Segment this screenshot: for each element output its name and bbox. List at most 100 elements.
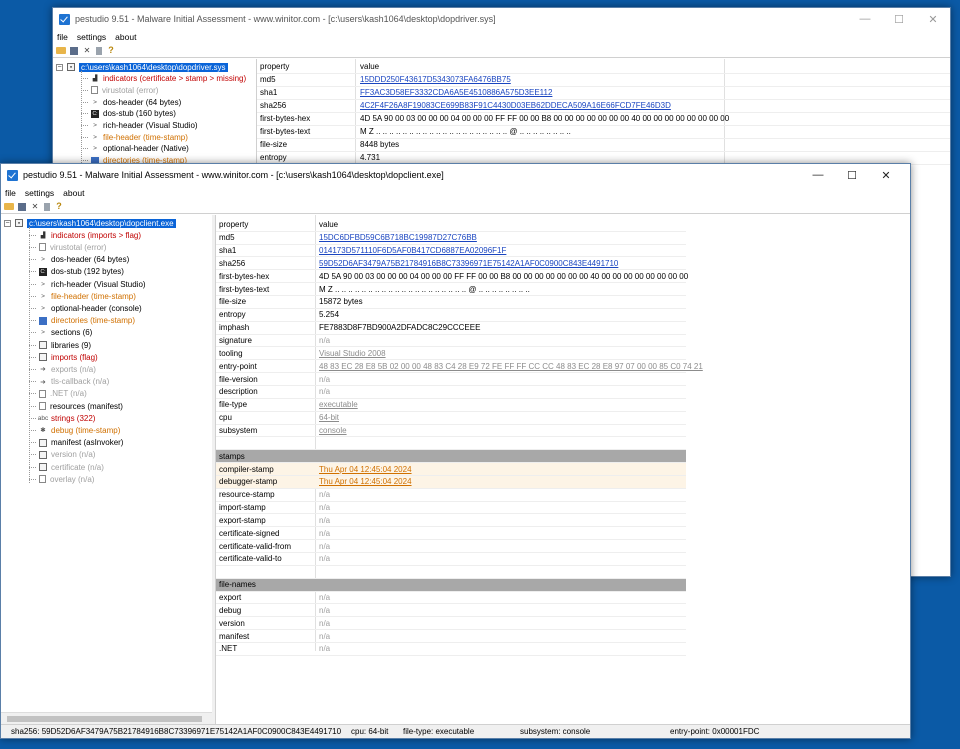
pestudio-app-icon xyxy=(7,169,18,181)
tree-item[interactable]: C: dos-stub (160 bytes) xyxy=(81,108,176,120)
tree-item[interactable]: virustotal (error) xyxy=(29,241,106,253)
maximize-icon[interactable]: ☐ xyxy=(835,164,869,186)
close-icon[interactable]: ✕ xyxy=(869,164,903,186)
help-icon[interactable]: ? xyxy=(54,202,64,212)
tree-item-label: directories (time-stamp) xyxy=(51,316,136,326)
save-icon[interactable] xyxy=(70,46,78,55)
tree-item[interactable]: manifest (asInvoker) xyxy=(29,437,123,449)
collapse-icon[interactable]: − xyxy=(56,63,63,71)
value-cell[interactable]: 15DC6DFBD59C6B718BC19987D27C76BB xyxy=(319,233,477,242)
tree-item[interactable]: > optional-header (console) xyxy=(29,302,142,314)
value-cell[interactable]: Thu Apr 04 12:45:04 2024 xyxy=(319,465,412,474)
value-cell[interactable]: 48 83 EC 28 E8 5B 02 00 00 48 83 C4 28 E… xyxy=(319,362,703,371)
tree-item[interactable]: imports (flag) xyxy=(29,351,98,363)
menu-about[interactable]: about xyxy=(115,32,136,42)
grid-section-header: stamps xyxy=(216,450,686,464)
front-window[interactable]: pestudio 9.51 - Malware Initial Assessme… xyxy=(0,163,911,739)
value-cell: 4D 5A 90 00 03 00 00 00 04 00 00 00 FF F… xyxy=(319,271,689,281)
grid-header[interactable]: property value xyxy=(216,219,686,232)
save-icon[interactable] xyxy=(18,202,26,211)
tree-item[interactable]: > dos-header (64 bytes) xyxy=(29,254,129,266)
close-file-icon[interactable]: ✕ xyxy=(30,202,40,212)
tree-root-label[interactable]: c:\users\kash1064\desktop\dopclient.exe xyxy=(27,218,176,228)
open-folder-icon[interactable] xyxy=(4,203,14,210)
open-folder-icon[interactable] xyxy=(56,47,66,54)
tree-item[interactable]: > rich-header (Visual Studio) xyxy=(29,278,146,290)
value-cell[interactable]: 15DDD250F43617D5343073FA6476BB75 xyxy=(360,75,511,84)
tree-item[interactable]: > rich-header (Visual Studio) xyxy=(81,120,198,132)
tree-item[interactable]: certificate (n/a) xyxy=(29,461,104,473)
tree-item[interactable]: > file-header (time-stamp) xyxy=(81,131,188,143)
grid-header[interactable]: property value xyxy=(257,61,950,74)
title-bar[interactable]: pestudio 9.51 - Malware Initial Assessme… xyxy=(1,164,910,186)
grid-row: md5 15DC6DFBD59C6B718BC19987D27C76BB xyxy=(216,232,686,245)
menu-about[interactable]: about xyxy=(63,188,84,198)
tree-item[interactable]: .NET (n/a) xyxy=(29,388,87,400)
status-entry-point: entry-point: 0x00001FDC xyxy=(670,727,760,736)
grid-row: cpu 64-bit xyxy=(216,412,686,425)
tree-item[interactable]: abc strings (322) xyxy=(29,412,95,424)
menu-file[interactable]: file xyxy=(57,32,68,42)
tree-item[interactable]: libraries (9) xyxy=(29,339,91,351)
value-cell[interactable]: Thu Apr 04 12:45:04 2024 xyxy=(319,477,412,486)
value-cell[interactable]: FF3AC3D58EF3332CDA6A5E4510886A575D3EE112 xyxy=(360,88,552,97)
tree-item[interactable]: resources (manifest) xyxy=(29,400,123,412)
tree-item-label: manifest (asInvoker) xyxy=(51,438,124,448)
value-cell[interactable]: 64-bit xyxy=(319,413,339,422)
grid-row: file-size 8448 bytes xyxy=(257,139,950,152)
grid-row: file-version n/a xyxy=(216,373,686,386)
tree-item[interactable]: ▟ indicators (imports > flag) xyxy=(29,229,141,241)
tree-item[interactable]: virustotal (error) xyxy=(81,84,158,96)
tree-item[interactable]: C: dos-stub (192 bytes) xyxy=(29,266,124,278)
value-cell: n/a xyxy=(319,515,331,525)
value-cell[interactable]: 4C2F4F26A8F19083CE699B83F91C4430D03EB62D… xyxy=(360,101,671,110)
grid-row: file-size 15872 bytes xyxy=(216,296,686,309)
tree-item[interactable]: ➔ tls-callback (n/a) xyxy=(29,376,109,388)
tree-item[interactable]: ▟ indicators (certificate > stamp > missi… xyxy=(81,73,246,85)
property-cell: debugger-stamp xyxy=(219,477,278,487)
tree-item[interactable]: overlay (n/a) xyxy=(29,473,94,485)
tree-item[interactable]: > dos-header (64 bytes) xyxy=(81,96,181,108)
maximize-icon[interactable]: ☐ xyxy=(882,8,916,30)
minimize-icon[interactable]: — xyxy=(801,164,835,186)
tree-root-label[interactable]: c:\users\kash1064\desktop\dopdriver.sys xyxy=(79,62,228,72)
tree-item-label: rich-header (Visual Studio) xyxy=(51,279,146,289)
grid-row: imphash FE7883D8F7BD900A2DFADC8C29CCCEEE xyxy=(216,322,686,335)
dos-icon: C: xyxy=(91,109,99,118)
list-icon[interactable] xyxy=(96,46,102,55)
menu-file[interactable]: file xyxy=(5,188,16,198)
tree-item[interactable]: > file-header (time-stamp) xyxy=(29,290,136,302)
list-icon[interactable] xyxy=(44,202,50,211)
value-cell: n/a xyxy=(319,490,331,500)
tree-item[interactable]: directories (time-stamp) xyxy=(29,315,135,327)
property-cell: first-bytes-text xyxy=(260,127,311,137)
collapse-icon[interactable]: − xyxy=(4,219,11,227)
value-cell[interactable]: executable xyxy=(319,400,358,409)
close-icon[interactable]: ✕ xyxy=(916,8,950,30)
menu-settings[interactable]: settings xyxy=(77,32,106,42)
minimize-icon[interactable]: — xyxy=(848,8,882,30)
help-icon[interactable]: ? xyxy=(106,46,116,56)
tree-item[interactable]: > sections (6) xyxy=(29,327,92,339)
column-header-value[interactable]: value xyxy=(360,62,379,71)
chevron-icon: > xyxy=(41,292,45,300)
grid-row: first-bytes-hex 4D 5A 90 00 03 00 00 00 0… xyxy=(257,113,950,126)
tree-item-label: libraries (9) xyxy=(51,340,92,350)
file-icon: ▪ xyxy=(15,219,23,227)
value-cell[interactable]: console xyxy=(319,426,347,435)
tree-horizontal-scrollbar[interactable] xyxy=(1,712,212,724)
property-cell: tooling xyxy=(219,348,243,358)
tree-item[interactable]: version (n/a) xyxy=(29,449,95,461)
value-cell[interactable]: 014173D571110F6D5AF0B417CD6887EA02096F1F xyxy=(319,246,506,255)
tree-item[interactable]: ✱ debug (time-stamp) xyxy=(29,424,120,436)
value-cell[interactable]: 59D52D6AF3479A75B21784916B8C73396971E751… xyxy=(319,259,618,268)
property-cell: md5 xyxy=(219,233,235,243)
close-file-icon[interactable]: ✕ xyxy=(82,46,92,56)
column-header-value[interactable]: value xyxy=(319,220,338,229)
tree-item[interactable]: > optional-header (Native) xyxy=(81,143,189,155)
tree-item[interactable]: ➔ exports (n/a) xyxy=(29,363,96,375)
menu-settings[interactable]: settings xyxy=(25,188,54,198)
value-cell[interactable]: Visual Studio 2008 xyxy=(319,349,386,358)
grid-row: sha256 4C2F4F26A8F19083CE699B83F91C4430D0… xyxy=(257,100,950,113)
title-bar[interactable]: pestudio 9.51 - Malware Initial Assessme… xyxy=(53,8,950,30)
